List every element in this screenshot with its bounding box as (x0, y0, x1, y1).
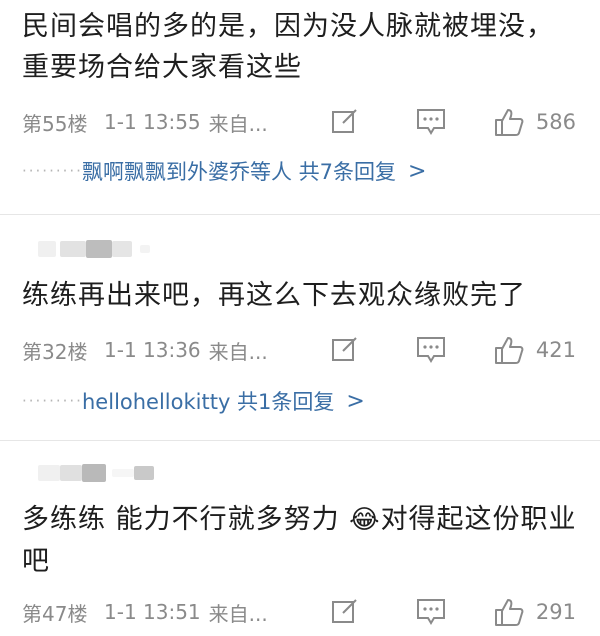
comment-date: 1-1 13:55 (104, 110, 201, 134)
replies-text: hellohellokitty 共1条回复 (82, 390, 335, 414)
thumbs-up-icon (494, 337, 524, 364)
edit-icon[interactable] (328, 337, 362, 363)
divider (0, 214, 600, 215)
avatar (0, 451, 600, 495)
floor-number: 第32楼 (22, 339, 88, 364)
like-count: 421 (535, 338, 576, 362)
edit-icon[interactable] (328, 599, 362, 625)
comment-source: 来自... (208, 601, 268, 626)
comment-source: 来自... (208, 339, 268, 364)
comment-date: 1-1 13:51 (104, 600, 201, 624)
laugh-cry-emoji: 😂 (349, 505, 381, 535)
comment-actions: 586 (328, 107, 600, 137)
comment-icon[interactable] (414, 336, 448, 364)
like-button[interactable]: 421 (494, 335, 576, 365)
comment-text: 民间会唱的多的是，因为没人脉就被埋没，重要场合给大家看这些 (22, 11, 554, 83)
dots-separator: ········· (22, 392, 83, 410)
comment-actions: 421 (328, 335, 600, 365)
comment-source: 来自... (208, 111, 268, 136)
replies-link[interactable]: ········· 飘啊飘飘到外婆乔等人 共7条回复 > (0, 152, 600, 190)
avatar (0, 227, 600, 271)
comment-item: 民间会唱的多的是，因为没人脉就被埋没，重要场合给大家看这些 第55楼 1-1 1… (0, 0, 600, 215)
comment-text-part: 多练练 能力不行就多努力 (22, 504, 350, 535)
comment-item: 练练再出来吧，再这么下去观众缘败完了 第32楼 1-1 13:36 来自... … (0, 227, 600, 441)
like-button[interactable]: 291 (494, 597, 576, 627)
comment-icon[interactable] (414, 108, 448, 136)
comment-meta: 第47楼 1-1 13:51 来自... 291 (0, 592, 600, 632)
chevron-right-icon: > (346, 388, 365, 414)
replies-link[interactable]: ········· hellohellokitty 共1条回复 > (0, 382, 600, 420)
comment-meta: 第55楼 1-1 13:55 来自... 586 (0, 102, 600, 142)
edit-icon[interactable] (328, 109, 362, 135)
floor-number: 第55楼 (22, 111, 88, 136)
comment-text: 多练练 能力不行就多努力 😂对得起这份职业吧 (0, 499, 599, 582)
like-count: 291 (535, 600, 576, 624)
dots-separator: ········· (22, 162, 83, 180)
floor-number: 第47楼 (22, 601, 88, 626)
comment-date: 1-1 13:36 (104, 338, 201, 362)
comment-icon[interactable] (414, 598, 448, 626)
replies-text: 飘啊飘飘到外婆乔等人 共7条回复 (82, 160, 397, 184)
comment-text: 练练再出来吧，再这么下去观众缘败完了 (22, 280, 526, 311)
comment-meta: 第32楼 1-1 13:36 来自... 421 (0, 330, 600, 370)
like-button[interactable]: 586 (494, 107, 576, 137)
divider (0, 440, 600, 441)
chevron-right-icon: > (408, 158, 427, 184)
comment-item: 多练练 能力不行就多努力 😂对得起这份职业吧 第47楼 1-1 13:51 来自… (0, 451, 600, 632)
comment-actions: 291 (328, 597, 600, 627)
thumbs-up-icon (494, 109, 524, 136)
thumbs-up-icon (494, 599, 524, 626)
like-count: 586 (535, 110, 576, 134)
